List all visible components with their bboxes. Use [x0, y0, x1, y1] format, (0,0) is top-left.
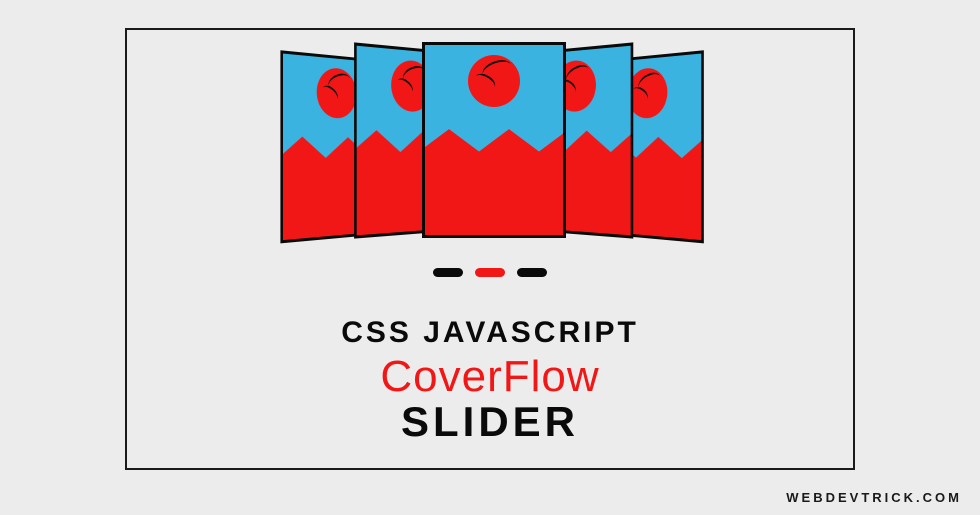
title-line-1: CSS JAVASCRIPT — [127, 316, 853, 350]
slide-card-active[interactable] — [422, 42, 566, 238]
watermark: WEBDEVTRICK.COM — [786, 490, 962, 505]
title-line-3: SLIDER — [127, 398, 853, 446]
title-line-2: CoverFlow — [127, 352, 853, 402]
coverflow-slider[interactable] — [127, 30, 853, 270]
demo-frame: CSS JAVASCRIPT CoverFlow SLIDER — [125, 28, 855, 470]
sun-icon — [468, 55, 520, 107]
title-block: CSS JAVASCRIPT CoverFlow SLIDER — [127, 316, 853, 446]
